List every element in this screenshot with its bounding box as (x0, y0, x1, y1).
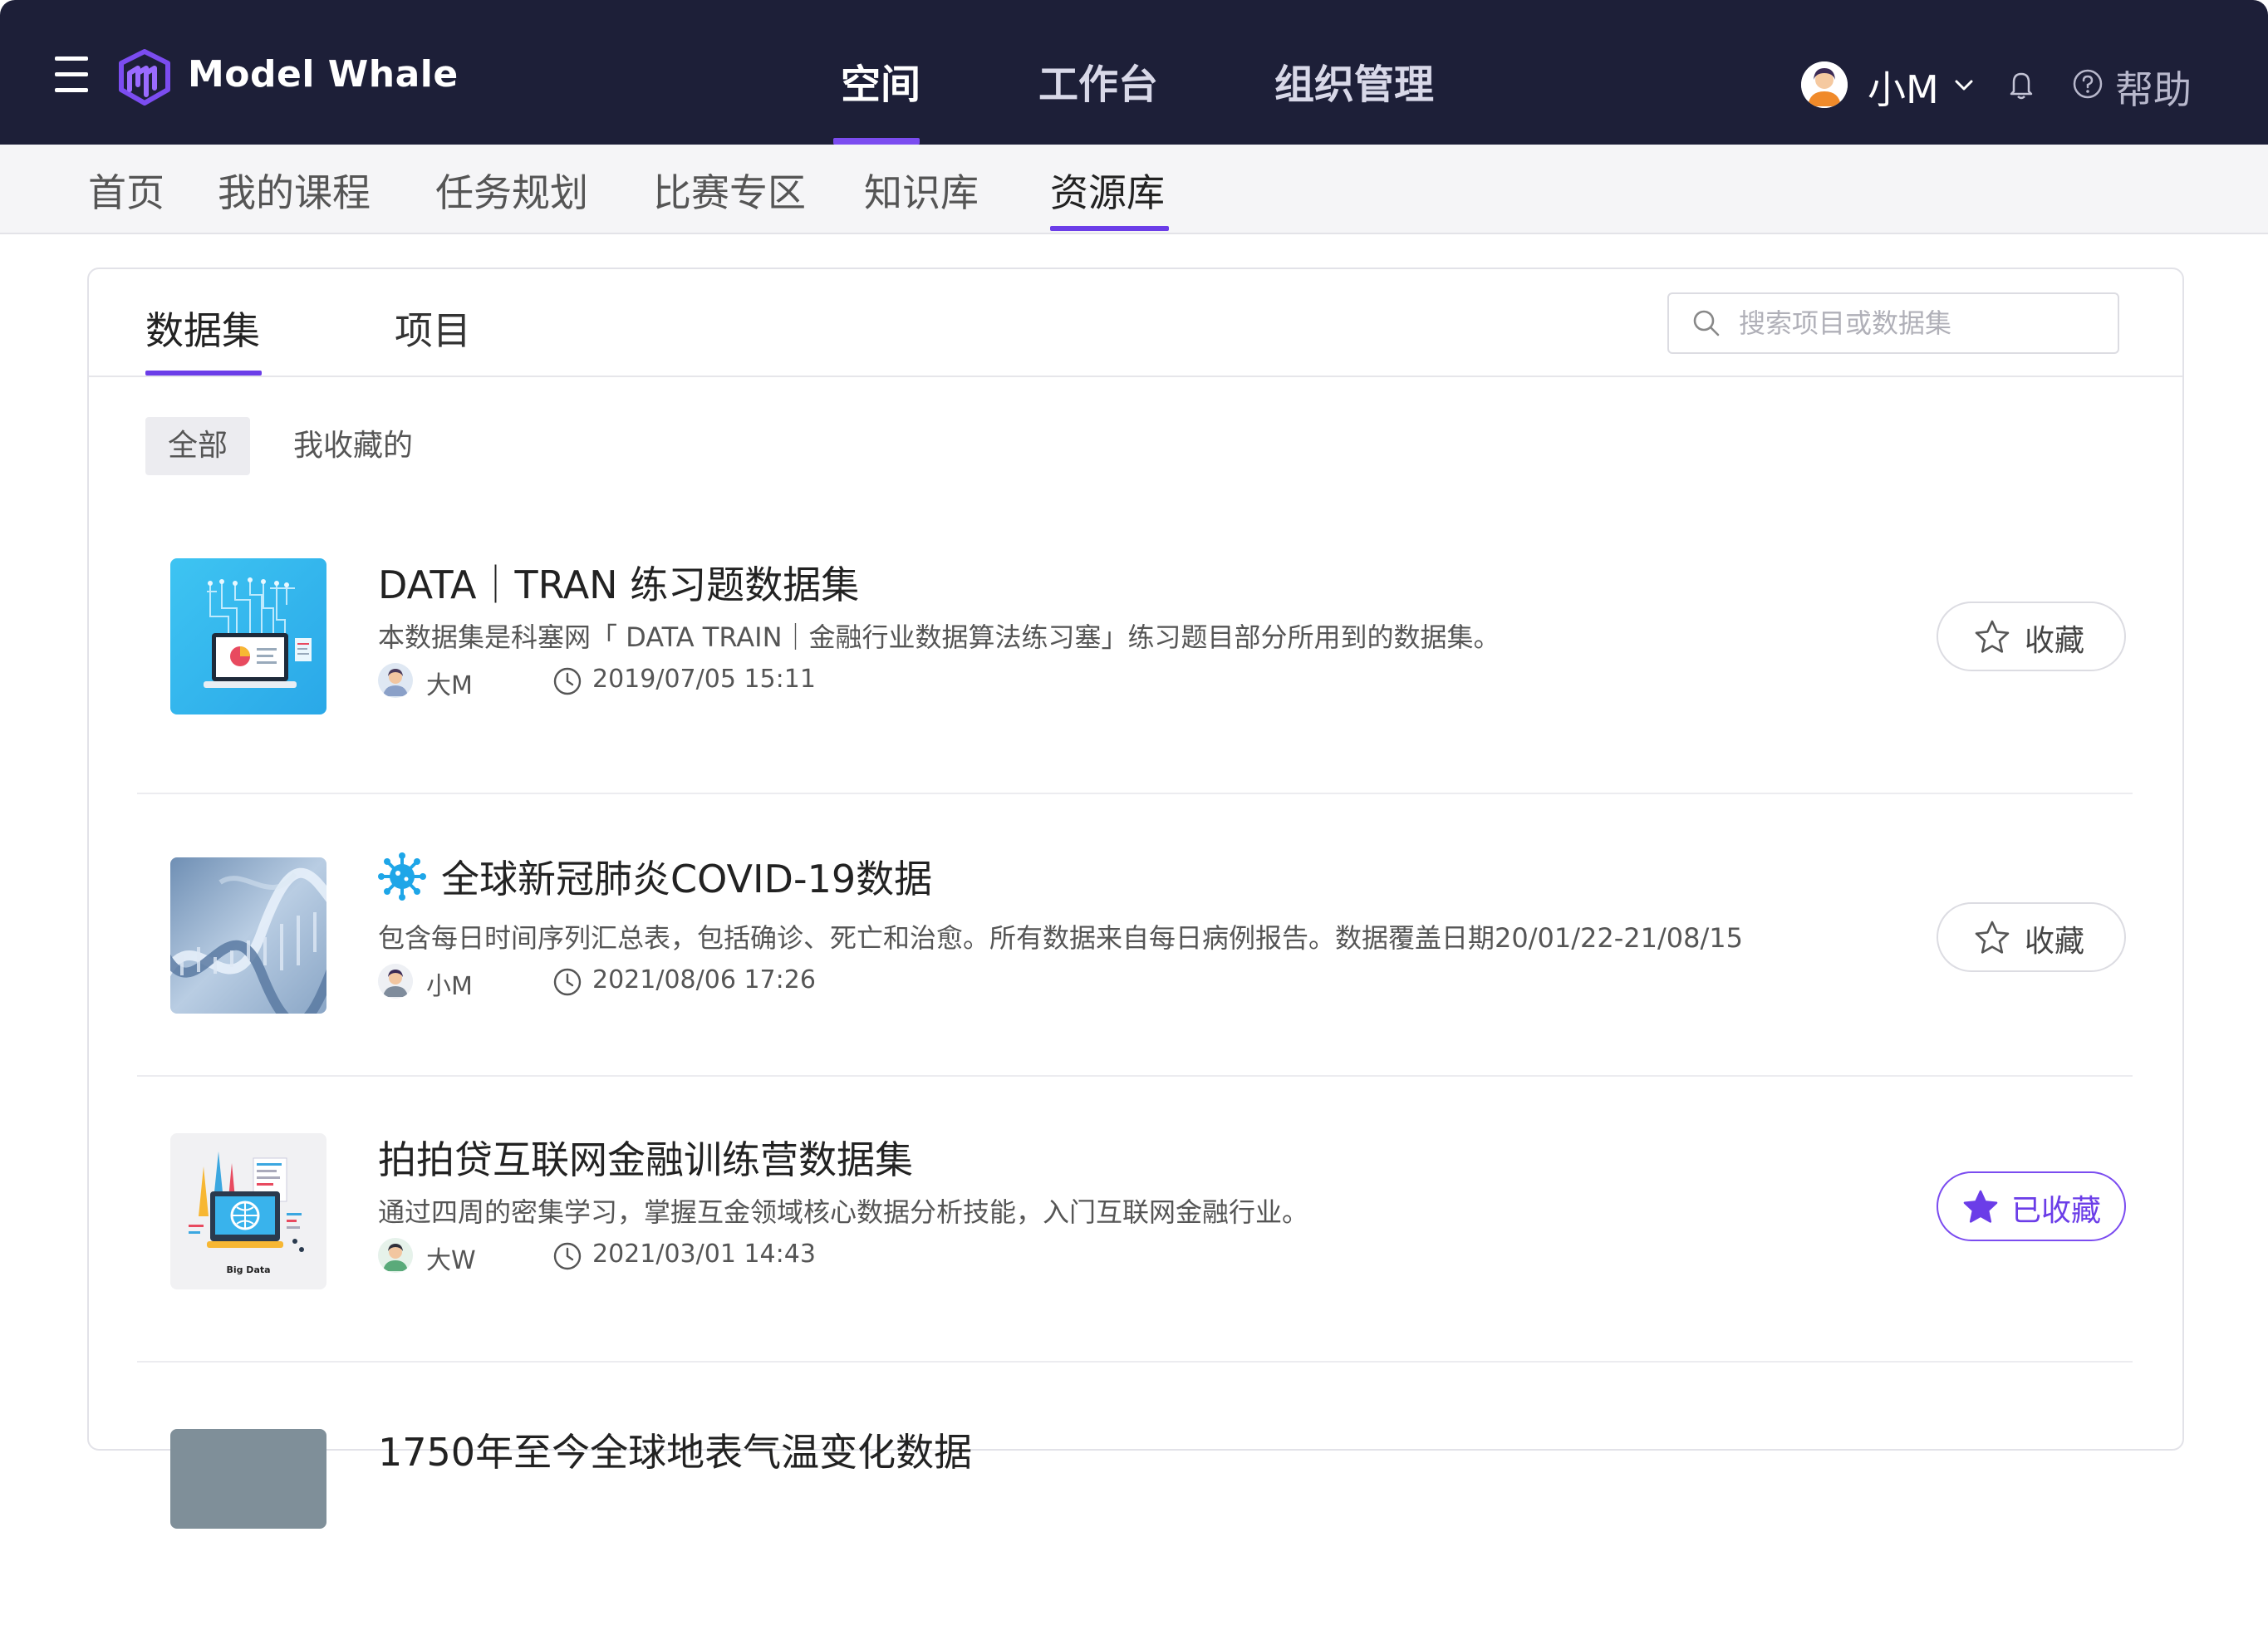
author-name[interactable]: 小M (426, 965, 473, 1002)
favorite-button[interactable]: 收藏 (1937, 602, 2126, 671)
author-avatar[interactable] (378, 663, 413, 698)
sub-nav-home[interactable]: 首页 (88, 163, 164, 218)
dataset-thumbnail (170, 1429, 326, 1529)
search-box[interactable] (1667, 292, 2119, 354)
author-avatar[interactable] (378, 964, 413, 999)
top-bar: Model Whale 空间 工作台 组织管理 小M 帮助 (0, 0, 2268, 145)
favorite-label: 已收藏 (2011, 1193, 2102, 1227)
dataset-row[interactable]: 1750年至今全球地表气温变化数据 (137, 1363, 2133, 1645)
favorite-label: 收藏 (2025, 623, 2085, 657)
menu-icon[interactable] (55, 56, 88, 93)
dataset-row[interactable]: DATA｜TRAN 练习题数据集 本数据集是科塞网「 DATA TRAIN｜金融… (137, 512, 2133, 794)
main-nav-space[interactable]: 空间 (841, 52, 920, 110)
tab-projects[interactable]: 项目 (395, 301, 471, 356)
favorite-label: 收藏 (2025, 924, 2085, 958)
sub-nav-knowledge-base[interactable]: 知识库 (864, 163, 979, 218)
sub-nav-my-courses[interactable]: 我的课程 (218, 163, 371, 218)
bell-icon[interactable] (2009, 70, 2034, 100)
dataset-title[interactable]: 全球新冠肺炎COVID-19数据 (378, 849, 932, 904)
tab-datasets[interactable]: 数据集 (145, 301, 260, 356)
sub-nav-resource-library[interactable]: 资源库 (1050, 163, 1165, 218)
help-link[interactable]: 帮助 (2115, 60, 2192, 115)
user-name[interactable]: 小M (1868, 60, 1939, 115)
star-filled-icon (1963, 1190, 1998, 1223)
clock-icon (553, 968, 582, 996)
main-nav-workbench[interactable]: 工作台 (1038, 52, 1158, 110)
author-name[interactable]: 大W (426, 1240, 476, 1276)
dataset-time: 2019/07/05 15:11 (592, 665, 816, 694)
dataset-row[interactable]: 全球新冠肺炎COVID-19数据 包含每日时间序列汇总表，包括确诊、死亡和治愈。… (137, 794, 2133, 1077)
dataset-description: 通过四周的密集学习，掌握互金领域核心数据分析技能，入门互联网金融行业。 (378, 1196, 1309, 1228)
dataset-description: 包含每日时间序列汇总表，包括确诊、死亡和治愈。所有数据来自每日病例报告。数据覆盖… (378, 922, 1743, 954)
main-nav-active-indicator (833, 138, 920, 145)
dataset-title[interactable]: DATA｜TRAN 练习题数据集 (378, 555, 859, 610)
filter-all[interactable]: 全部 (145, 417, 250, 475)
dataset-thumbnail-dna-helix (170, 857, 326, 1014)
star-outline-icon (1975, 921, 2010, 954)
dataset-time: 2021/03/01 14:43 (592, 1240, 816, 1269)
virus-icon (378, 852, 426, 901)
sub-nav-task-planning[interactable]: 任务规划 (435, 163, 588, 218)
app-name[interactable]: Model Whale (188, 53, 459, 96)
dataset-description: 本数据集是科塞网「 DATA TRAIN｜金融行业数据算法练习塞」练习题目部分所… (378, 621, 1500, 653)
thumbnail-caption: Big Data (226, 1264, 270, 1275)
dataset-thumbnail-big-data: Big Data (170, 1133, 326, 1289)
help-icon[interactable] (2072, 68, 2104, 100)
panel-tabs: 数据集 项目 (89, 269, 2182, 377)
resource-panel: 数据集 项目 全部 我收藏的 (87, 268, 2184, 1529)
filter-my-favorites[interactable]: 我收藏的 (293, 417, 413, 475)
dataset-thumbnail-circuit-laptop (170, 558, 326, 714)
sub-nav: 首页 我的课程 任务规划 比赛专区 知识库 资源库 (0, 145, 2268, 234)
favorite-button[interactable]: 收藏 (1937, 902, 2126, 972)
sub-nav-active-indicator (1050, 226, 1169, 231)
author-avatar[interactable] (378, 1238, 413, 1273)
main-nav-org-management[interactable]: 组织管理 (1274, 52, 1434, 110)
dataset-title-text[interactable]: 全球新冠肺炎COVID-19数据 (441, 857, 932, 901)
search-icon (1693, 310, 1720, 336)
clock-icon (553, 1242, 582, 1270)
dataset-time: 2021/08/06 17:26 (592, 965, 816, 994)
dataset-row[interactable]: Big Data 拍拍贷互联网金融训练营数据集 通过四周的密集学习，掌握互金领域… (137, 1080, 2133, 1363)
star-outline-icon (1975, 620, 2010, 653)
dataset-title[interactable]: 1750年至今全球地表气温变化数据 (378, 1422, 972, 1477)
chevron-down-icon[interactable] (1954, 76, 1974, 93)
model-whale-logo-icon[interactable] (116, 48, 173, 108)
author-name[interactable]: 大M (426, 665, 473, 701)
sub-nav-competitions[interactable]: 比赛专区 (653, 163, 806, 218)
search-input[interactable] (1737, 301, 2106, 346)
user-avatar[interactable] (1801, 61, 1848, 108)
dataset-title[interactable]: 拍拍贷互联网金融训练营数据集 (378, 1130, 913, 1185)
favorited-button[interactable]: 已收藏 (1937, 1171, 2126, 1241)
tab-active-indicator (145, 371, 262, 376)
row-divider (137, 1075, 2133, 1077)
clock-icon (553, 667, 582, 695)
